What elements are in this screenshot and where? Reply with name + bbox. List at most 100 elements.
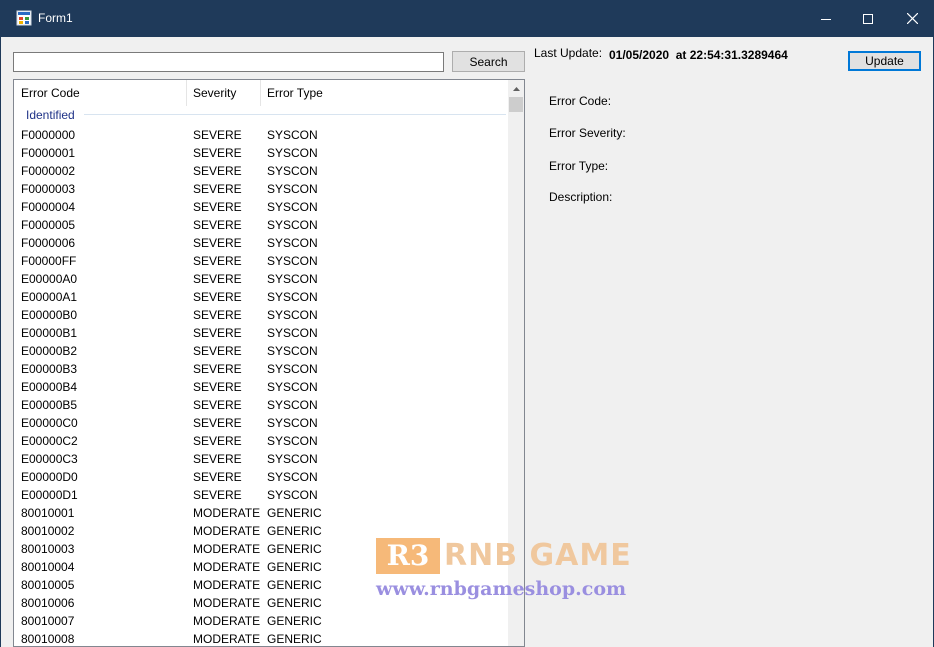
search-button[interactable]: Search <box>452 51 525 72</box>
table-row[interactable]: 80010008 MODERATE GENERIC <box>14 630 508 646</box>
cell-error-code: E00000D0 <box>21 470 78 484</box>
close-button[interactable] <box>889 0 934 37</box>
table-row[interactable]: F0000000 SEVERE SYSCON <box>14 126 508 144</box>
cell-error-code: 80010001 <box>21 506 75 520</box>
cell-severity: MODERATE <box>193 578 261 592</box>
cell-severity: SEVERE <box>193 182 242 196</box>
table-row[interactable]: 80010005 MODERATE GENERIC <box>14 576 508 594</box>
cell-error-code: E00000B3 <box>21 362 78 376</box>
table-row[interactable]: E00000B5 SEVERE SYSCON <box>14 396 508 414</box>
cell-error-code: 80010004 <box>21 560 75 574</box>
table-row[interactable]: E00000C2 SEVERE SYSCON <box>14 432 508 450</box>
column-header-error-code[interactable]: Error Code <box>14 80 187 106</box>
last-update-value: 01/05/2020 at 22:54:31.3289464 <box>609 48 788 62</box>
minimize-icon <box>821 18 831 20</box>
table-row[interactable]: 80010004 MODERATE GENERIC <box>14 558 508 576</box>
cell-severity: SEVERE <box>193 308 242 322</box>
cell-severity: SEVERE <box>193 146 242 160</box>
cell-error-code: E00000B5 <box>21 398 78 412</box>
table-row[interactable]: E00000D0 SEVERE SYSCON <box>14 468 508 486</box>
table-row[interactable]: F0000004 SEVERE SYSCON <box>14 198 508 216</box>
cell-error-code: F0000002 <box>21 164 76 178</box>
cell-error-type: SYSCON <box>267 200 318 214</box>
table-row[interactable]: E00000B4 SEVERE SYSCON <box>14 378 508 396</box>
cell-error-type: SYSCON <box>267 416 318 430</box>
cell-severity: SEVERE <box>193 488 242 502</box>
vertical-scrollbar[interactable] <box>508 80 524 646</box>
cell-severity: SEVERE <box>193 470 242 484</box>
cell-severity: MODERATE <box>193 524 261 538</box>
table-row[interactable]: F0000005 SEVERE SYSCON <box>14 216 508 234</box>
cell-error-code: E00000C3 <box>21 452 78 466</box>
cell-severity: MODERATE <box>193 560 261 574</box>
scroll-thumb[interactable] <box>509 97 523 112</box>
window-border-left <box>0 37 1 647</box>
group-header-identified[interactable]: Identified <box>26 108 75 122</box>
cell-error-type: GENERIC <box>267 506 322 520</box>
cell-severity: SEVERE <box>193 200 242 214</box>
minimize-button[interactable] <box>803 0 849 37</box>
cell-error-type: SYSCON <box>267 488 318 502</box>
table-row[interactable]: 80010006 MODERATE GENERIC <box>14 594 508 612</box>
cell-error-code: E00000B1 <box>21 326 78 340</box>
cell-error-type: SYSCON <box>267 236 318 250</box>
cell-error-type: GENERIC <box>267 578 322 592</box>
cell-error-code: F0000003 <box>21 182 76 196</box>
cell-severity: SEVERE <box>193 344 242 358</box>
table-row[interactable]: F0000003 SEVERE SYSCON <box>14 180 508 198</box>
table-row[interactable]: F0000002 SEVERE SYSCON <box>14 162 508 180</box>
table-row[interactable]: E00000B3 SEVERE SYSCON <box>14 360 508 378</box>
cell-error-type: SYSCON <box>267 344 318 358</box>
cell-severity: SEVERE <box>193 236 242 250</box>
cell-error-type: SYSCON <box>267 326 318 340</box>
scroll-up-button[interactable] <box>508 80 524 97</box>
window-title: Form1 <box>38 11 73 25</box>
cell-error-code: 80010003 <box>21 542 75 556</box>
table-row[interactable]: F0000006 SEVERE SYSCON <box>14 234 508 252</box>
cell-error-code: F0000001 <box>21 146 76 160</box>
table-row[interactable]: E00000A0 SEVERE SYSCON <box>14 270 508 288</box>
cell-error-type: SYSCON <box>267 308 318 322</box>
cell-error-code: E00000C2 <box>21 434 78 448</box>
table-row[interactable]: E00000C3 SEVERE SYSCON <box>14 450 508 468</box>
cell-error-type: SYSCON <box>267 146 318 160</box>
table-row[interactable]: E00000C0 SEVERE SYSCON <box>14 414 508 432</box>
table-row[interactable]: F0000001 SEVERE SYSCON <box>14 144 508 162</box>
cell-error-type: SYSCON <box>267 434 318 448</box>
cell-severity: SEVERE <box>193 362 242 376</box>
chevron-up-icon <box>513 86 520 91</box>
table-row[interactable]: 80010002 MODERATE GENERIC <box>14 522 508 540</box>
cell-error-code: E00000A1 <box>21 290 78 304</box>
cell-error-code: F0000006 <box>21 236 76 250</box>
cell-error-code: F0000005 <box>21 218 76 232</box>
search-input[interactable] <box>13 52 444 72</box>
cell-error-code: E00000B2 <box>21 344 78 358</box>
table-row[interactable]: 80010001 MODERATE GENERIC <box>14 504 508 522</box>
table-row[interactable]: E00000B2 SEVERE SYSCON <box>14 342 508 360</box>
column-header-error-type[interactable]: Error Type <box>261 80 341 106</box>
list-rows: F0000000 SEVERE SYSCON F0000001 SEVERE SYSCON… <box>14 126 508 646</box>
cell-error-type: GENERIC <box>267 542 322 556</box>
cell-error-code: 80010002 <box>21 524 75 538</box>
cell-severity: MODERATE <box>193 506 261 520</box>
table-row[interactable]: E00000D1 SEVERE SYSCON <box>14 486 508 504</box>
table-row[interactable]: E00000A1 SEVERE SYSCON <box>14 288 508 306</box>
table-row[interactable]: E00000B1 SEVERE SYSCON <box>14 324 508 342</box>
cell-severity: SEVERE <box>193 452 242 466</box>
cell-error-type: SYSCON <box>267 182 318 196</box>
table-row[interactable]: 80010007 MODERATE GENERIC <box>14 612 508 630</box>
cell-error-code: E00000A0 <box>21 272 78 286</box>
error-list-view[interactable]: Error Code Severity Error Type Identifie… <box>13 79 525 647</box>
cell-error-type: GENERIC <box>267 632 322 646</box>
cell-severity: MODERATE <box>193 596 261 610</box>
cell-error-code: 80010007 <box>21 614 75 628</box>
maximize-button[interactable] <box>845 0 891 37</box>
cell-error-type: SYSCON <box>267 164 318 178</box>
cell-error-type: SYSCON <box>267 398 318 412</box>
table-row[interactable]: F00000FF SEVERE SYSCON <box>14 252 508 270</box>
table-row[interactable]: E00000B0 SEVERE SYSCON <box>14 306 508 324</box>
cell-severity: MODERATE <box>193 614 261 628</box>
table-row[interactable]: 80010003 MODERATE GENERIC <box>14 540 508 558</box>
update-button[interactable]: Update <box>848 51 921 71</box>
column-header-severity[interactable]: Severity <box>187 80 261 106</box>
